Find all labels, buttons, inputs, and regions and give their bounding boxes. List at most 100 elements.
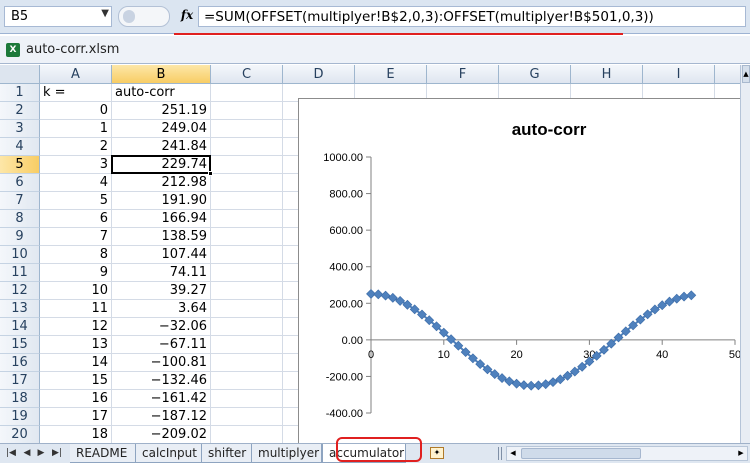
cell-empty[interactable] bbox=[211, 354, 283, 372]
cell-empty[interactable] bbox=[211, 282, 283, 300]
formula-bar-expander[interactable] bbox=[118, 6, 170, 27]
column-header-c[interactable]: C bbox=[211, 65, 283, 84]
cell-empty[interactable] bbox=[211, 426, 283, 443]
row-header-15[interactable]: 15 bbox=[0, 336, 40, 354]
horizontal-scrollbar[interactable]: ◀ ▶ bbox=[506, 446, 748, 461]
cell-b7[interactable]: 191.90 bbox=[112, 192, 211, 210]
cell-b3[interactable]: 249.04 bbox=[112, 120, 211, 138]
cell-empty[interactable] bbox=[211, 210, 283, 228]
cell-empty[interactable] bbox=[211, 408, 283, 426]
cell-empty[interactable] bbox=[211, 156, 283, 174]
insert-sheet-icon[interactable]: ✦ bbox=[430, 447, 444, 459]
cell-empty[interactable] bbox=[211, 300, 283, 318]
row-header-19[interactable]: 19 bbox=[0, 408, 40, 426]
cell-a9[interactable]: 7 bbox=[40, 228, 112, 246]
row-header-3[interactable]: 3 bbox=[0, 120, 40, 138]
cell-a16[interactable]: 14 bbox=[40, 354, 112, 372]
row-header-2[interactable]: 2 bbox=[0, 102, 40, 120]
cell-b11[interactable]: 74.11 bbox=[112, 264, 211, 282]
cell-b17[interactable]: −132.46 bbox=[112, 372, 211, 390]
row-header-16[interactable]: 16 bbox=[0, 354, 40, 372]
row-header-11[interactable]: 11 bbox=[0, 264, 40, 282]
cell-b8[interactable]: 166.94 bbox=[112, 210, 211, 228]
cell-a19[interactable]: 17 bbox=[40, 408, 112, 426]
cell-a6[interactable]: 4 bbox=[40, 174, 112, 192]
row-header-7[interactable]: 7 bbox=[0, 192, 40, 210]
cell-a17[interactable]: 15 bbox=[40, 372, 112, 390]
cell-a10[interactable]: 8 bbox=[40, 246, 112, 264]
cell-empty[interactable] bbox=[211, 246, 283, 264]
column-header-e[interactable]: E bbox=[355, 65, 427, 84]
scroll-up-icon[interactable]: ▲ bbox=[742, 65, 750, 83]
cell-empty[interactable] bbox=[211, 120, 283, 138]
cell-b6[interactable]: 212.98 bbox=[112, 174, 211, 192]
first-sheet-icon[interactable]: |◀ bbox=[4, 447, 18, 460]
last-sheet-icon[interactable]: ▶| bbox=[50, 447, 64, 460]
cell-a12[interactable]: 10 bbox=[40, 282, 112, 300]
cell-a14[interactable]: 12 bbox=[40, 318, 112, 336]
vertical-scrollbar[interactable]: ▲ bbox=[740, 65, 750, 443]
cell-a5[interactable]: 3 bbox=[40, 156, 112, 174]
column-header-h[interactable]: H bbox=[571, 65, 643, 84]
tab-shifter[interactable]: shifter bbox=[202, 444, 252, 463]
row-header-6[interactable]: 6 bbox=[0, 174, 40, 192]
cell-a18[interactable]: 16 bbox=[40, 390, 112, 408]
column-header-i[interactable]: I bbox=[643, 65, 715, 84]
tab-splitter[interactable] bbox=[498, 447, 502, 460]
row-header-10[interactable]: 10 bbox=[0, 246, 40, 264]
select-all-corner[interactable] bbox=[0, 65, 40, 84]
prev-sheet-icon[interactable]: ◀ bbox=[20, 447, 34, 460]
cell-empty[interactable] bbox=[211, 192, 283, 210]
row-header-17[interactable]: 17 bbox=[0, 372, 40, 390]
cell-a1[interactable]: k = bbox=[40, 84, 112, 102]
row-header-5[interactable]: 5 bbox=[0, 156, 40, 174]
row-header-8[interactable]: 8 bbox=[0, 210, 40, 228]
cell-a7[interactable]: 5 bbox=[40, 192, 112, 210]
chart-auto-corr[interactable]: auto-corr 1000.00 800.00 600.00 400.00 200.0… bbox=[298, 98, 750, 445]
cell-b13[interactable]: 3.64 bbox=[112, 300, 211, 318]
cell-a11[interactable]: 9 bbox=[40, 264, 112, 282]
cell-empty[interactable] bbox=[211, 84, 283, 102]
column-header-d[interactable]: D bbox=[283, 65, 355, 84]
column-header-overflow[interactable] bbox=[715, 65, 740, 84]
cell-empty[interactable] bbox=[211, 372, 283, 390]
cell-b2[interactable]: 251.19 bbox=[112, 102, 211, 120]
scroll-right-icon[interactable]: ▶ bbox=[735, 447, 747, 460]
cell-a3[interactable]: 1 bbox=[40, 120, 112, 138]
name-box[interactable]: B5 ▼ bbox=[4, 6, 112, 27]
column-header-b[interactable]: B bbox=[112, 65, 211, 84]
row-header-14[interactable]: 14 bbox=[0, 318, 40, 336]
cell-b18[interactable]: −161.42 bbox=[112, 390, 211, 408]
tab-multiplyer[interactable]: multiplyer bbox=[252, 444, 322, 463]
cell-b20[interactable]: −209.02 bbox=[112, 426, 211, 443]
cell-a20[interactable]: 18 bbox=[40, 426, 112, 443]
cell-empty[interactable] bbox=[211, 264, 283, 282]
row-header-9[interactable]: 9 bbox=[0, 228, 40, 246]
cell-empty[interactable] bbox=[211, 336, 283, 354]
insert-function-button[interactable]: fx bbox=[176, 6, 198, 27]
cell-a13[interactable]: 11 bbox=[40, 300, 112, 318]
cell-empty[interactable] bbox=[211, 390, 283, 408]
row-header-4[interactable]: 4 bbox=[0, 138, 40, 156]
cell-b9[interactable]: 138.59 bbox=[112, 228, 211, 246]
cell-empty[interactable] bbox=[211, 318, 283, 336]
column-header-f[interactable]: F bbox=[427, 65, 499, 84]
column-header-a[interactable]: A bbox=[40, 65, 112, 84]
tab-calcinput[interactable]: calcInput bbox=[136, 444, 202, 463]
cell-b12[interactable]: 39.27 bbox=[112, 282, 211, 300]
cell-empty[interactable] bbox=[211, 228, 283, 246]
cell-b19[interactable]: −187.12 bbox=[112, 408, 211, 426]
row-header-18[interactable]: 18 bbox=[0, 390, 40, 408]
cell-a15[interactable]: 13 bbox=[40, 336, 112, 354]
next-sheet-icon[interactable]: ▶ bbox=[34, 447, 48, 460]
row-header-20[interactable]: 20 bbox=[0, 426, 40, 443]
cell-empty[interactable] bbox=[211, 174, 283, 192]
name-box-dropdown-icon[interactable]: ▼ bbox=[101, 8, 109, 19]
cell-b16[interactable]: −100.81 bbox=[112, 354, 211, 372]
tab-readme[interactable]: README bbox=[70, 444, 136, 463]
cell-empty[interactable] bbox=[211, 102, 283, 120]
cell-b4[interactable]: 241.84 bbox=[112, 138, 211, 156]
cell-b1[interactable]: auto-corr bbox=[112, 84, 211, 102]
formula-input[interactable]: =SUM(OFFSET(multiplyer!B$2,0,3):OFFSET(m… bbox=[198, 6, 746, 27]
row-header-1[interactable]: 1 bbox=[0, 84, 40, 102]
